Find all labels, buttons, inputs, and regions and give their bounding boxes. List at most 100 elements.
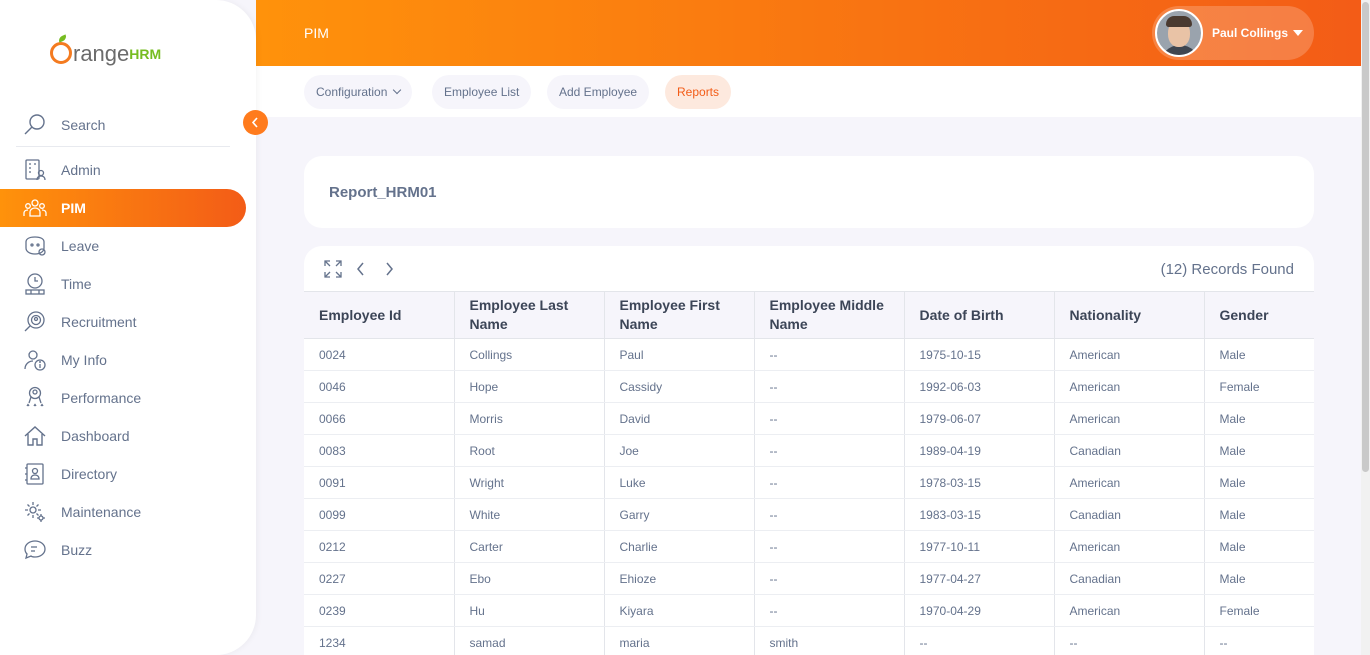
table-row: 0091 Wright Luke -- 1978-03-15 American Male: [304, 466, 1314, 499]
sidebar-item-my-info[interactable]: My Info: [0, 341, 246, 379]
tab-label: Configuration: [316, 85, 388, 99]
collapse-sidebar-button[interactable]: [243, 110, 268, 135]
table-cell: --: [754, 498, 905, 531]
table-row: 0099 White Garry -- 1983-03-15 Canadian Male: [304, 498, 1314, 531]
table-cell: 0046: [304, 370, 455, 403]
table-cell: 1977-10-11: [904, 530, 1055, 563]
caret-down-icon: [1293, 30, 1304, 36]
table-cell: American: [1054, 402, 1205, 435]
topbar: PIM Paul Collings: [256, 0, 1361, 66]
tab-add-employee[interactable]: Add Employee: [547, 75, 650, 109]
table-cell: Male: [1204, 562, 1314, 595]
table-row: 0066 Morris David -- 1979-06-07 American Male: [304, 402, 1314, 435]
table-cell: 1992-06-03: [904, 370, 1055, 403]
table-cell: 0239: [304, 594, 455, 627]
table-cell: Male: [1204, 466, 1314, 499]
table-cell: 1975-10-15: [904, 338, 1055, 371]
table-row: 0212 Carter Charlie -- 1977-10-11 American Mal…: [304, 530, 1314, 563]
table-cell: --: [754, 434, 905, 467]
table-cell: Cassidy: [604, 370, 755, 403]
sidebar-item-recruitment[interactable]: Recruitment: [0, 303, 246, 341]
table-cell: --: [754, 466, 905, 499]
table-cell: Canadian: [1054, 562, 1205, 595]
table-cell: Carter: [454, 530, 605, 563]
table-cell: Canadian: [1054, 434, 1205, 467]
sidebar-item-time[interactable]: Time: [0, 265, 246, 303]
scrollbar-thumb[interactable]: [1362, 2, 1369, 472]
sidebar-item-label: Leave: [61, 238, 100, 254]
orangehrm-logo[interactable]: range HRM: [50, 30, 161, 66]
table-cell: Hu: [454, 594, 605, 627]
table-cell: --: [904, 626, 1055, 655]
search-icon: [22, 112, 48, 138]
sidebar-item-performance[interactable]: Performance: [0, 379, 246, 417]
table-row: 0227 Ebo Ehioze -- 1977-04-27 Canadian Male: [304, 562, 1314, 595]
table-body: 0024 Collings Paul -- 1975-10-15 American Male…: [304, 338, 1314, 655]
column-header: Date of Birth: [904, 291, 1055, 339]
sidebar-item-label: Buzz: [61, 542, 93, 558]
main-menu: Search Admin PIM Leave Time Recruitment …: [0, 104, 256, 569]
sidebar-item-maintenance[interactable]: Maintenance: [0, 493, 246, 531]
table-cell: Male: [1204, 434, 1314, 467]
sidebar-item-label: PIM: [61, 200, 86, 216]
table-cell: Collings: [454, 338, 605, 371]
table-cell: 1989-04-19: [904, 434, 1055, 467]
table-cell: Male: [1204, 530, 1314, 563]
table-cell: --: [754, 594, 905, 627]
tab-employee-list[interactable]: Employee List: [432, 75, 532, 109]
sidebar-item-leave[interactable]: Leave: [0, 227, 246, 265]
sidebar-item-label: Time: [61, 276, 92, 292]
table-cell: --: [754, 370, 905, 403]
column-header: Employee Last Name: [454, 291, 605, 339]
sidebar-item-dashboard[interactable]: Dashboard: [0, 417, 246, 455]
report-table: Employee Id Employee Last Name Employee …: [304, 291, 1314, 655]
sidebar-item-pim[interactable]: PIM: [0, 189, 246, 227]
table-cell: Joe: [604, 434, 755, 467]
table-cell: Female: [1204, 370, 1314, 403]
directory-icon: [22, 461, 48, 487]
column-header: Employee Id: [304, 291, 455, 339]
tab-label: Add Employee: [559, 85, 638, 99]
table-cell: 0066: [304, 402, 455, 435]
sidebar-item-directory[interactable]: Directory: [0, 455, 246, 493]
table-cell: Wright: [454, 466, 605, 499]
user-dropdown[interactable]: Paul Collings: [1152, 6, 1314, 60]
table-cell: 0083: [304, 434, 455, 467]
table-cell: American: [1054, 466, 1205, 499]
sidebar-item-label: Recruitment: [61, 314, 137, 330]
sidebar-item-admin[interactable]: Admin: [0, 151, 246, 189]
table-cell: Canadian: [1054, 498, 1205, 531]
table-cell: American: [1054, 594, 1205, 627]
table-cell: 1977-04-27: [904, 562, 1055, 595]
performance-icon: [22, 385, 48, 411]
logo-text: range: [73, 41, 130, 66]
chevron-left-icon[interactable]: [350, 258, 372, 280]
sidebar-item-buzz[interactable]: Buzz: [0, 531, 246, 569]
chevron-right-icon[interactable]: [378, 258, 400, 280]
table-cell: White: [454, 498, 605, 531]
table-cell: American: [1054, 370, 1205, 403]
module-title: PIM: [304, 25, 329, 41]
table-row: 0083 Root Joe -- 1989-04-19 Canadian Male: [304, 434, 1314, 467]
page-scrollbar[interactable]: [1361, 0, 1370, 655]
table-cell: Hope: [454, 370, 605, 403]
admin-icon: [22, 157, 48, 183]
sidebar: range HRM Search Admin PIM Leave Time Re…: [0, 0, 256, 655]
buzz-icon: [22, 537, 48, 563]
tab-reports[interactable]: Reports: [665, 75, 732, 109]
table-cell: Ehioze: [604, 562, 755, 595]
table-header: Employee Id Employee Last Name Employee …: [304, 291, 1314, 339]
table-cell: Female: [1204, 594, 1314, 627]
report-title: Report_HRM01: [329, 184, 437, 201]
tab-configuration[interactable]: Configuration: [304, 75, 413, 109]
column-header: Employee First Name: [604, 291, 755, 339]
expand-icon[interactable]: [322, 258, 344, 280]
table-cell: smith: [754, 626, 905, 655]
recruitment-icon: [22, 309, 48, 335]
sidebar-item-label: Maintenance: [61, 504, 142, 520]
sidebar-search[interactable]: Search: [16, 104, 230, 147]
sidebar-item-label: Directory: [61, 466, 118, 482]
orange-logo-icon: [50, 42, 72, 64]
table-cell: Paul: [604, 338, 755, 371]
table-cell: Male: [1204, 402, 1314, 435]
